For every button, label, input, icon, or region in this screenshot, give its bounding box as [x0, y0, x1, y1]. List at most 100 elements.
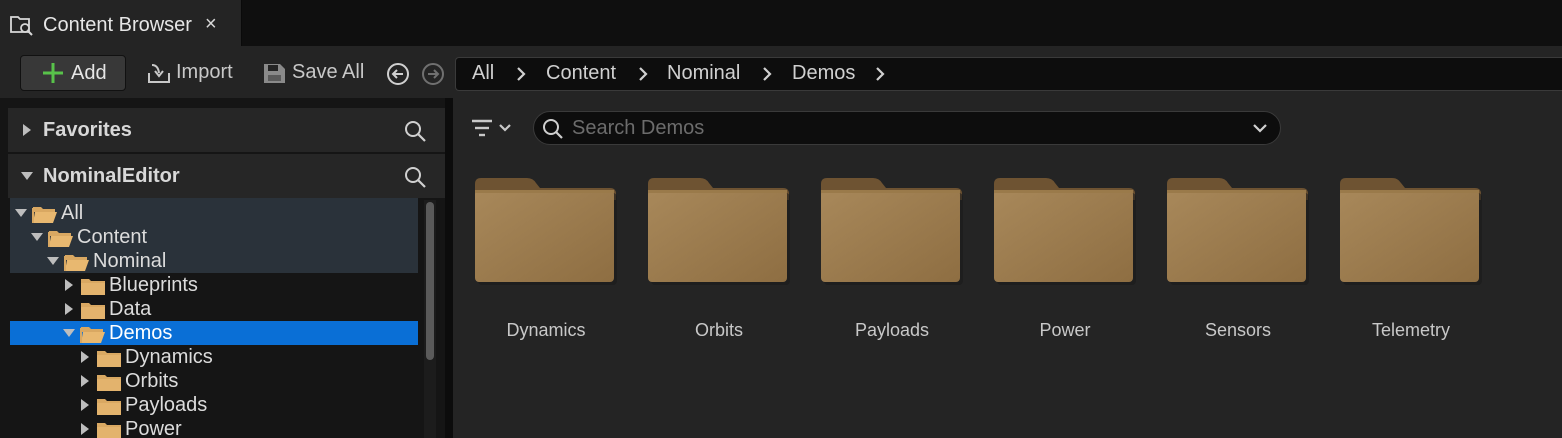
favorites-label: Favorites [43, 119, 132, 141]
tree-item-nominal[interactable]: Nominal [10, 249, 418, 273]
breadcrumb: All Content Nominal Demos [455, 57, 1562, 91]
caret-right-icon[interactable] [79, 423, 91, 435]
breadcrumb-nominal[interactable]: Nominal [667, 62, 740, 85]
scrollbar-thumb[interactable] [426, 202, 434, 360]
folder-icon [81, 279, 105, 295]
search-icon [543, 119, 563, 139]
tree-item-label: Nominal [93, 250, 167, 272]
folder-icon [97, 351, 121, 367]
import-icon [148, 64, 170, 83]
add-button[interactable]: Add [20, 55, 126, 91]
content-browser-icon [10, 16, 33, 36]
tree-item-label: Orbits [125, 370, 179, 392]
nominaleditor-section-header[interactable]: NominalEditor [8, 154, 445, 198]
caret-right-icon[interactable] [79, 375, 91, 387]
folder-tile-label: Orbits [694, 320, 743, 340]
folder-tile-orbits[interactable]: Orbits [632, 176, 790, 348]
caret-right-icon [23, 124, 31, 136]
folder-tile-label: Sensors [1204, 320, 1272, 340]
tab-close-button[interactable]: × [205, 13, 217, 36]
folder-tile-dynamics[interactable]: Dynamics [459, 176, 617, 348]
back-arrow-icon[interactable] [386, 62, 410, 86]
tab-content-browser[interactable]: Content Browser × [0, 0, 242, 46]
search-icon[interactable] [403, 119, 427, 143]
nominaleditor-label: NominalEditor [43, 165, 180, 187]
search-icon[interactable] [403, 165, 427, 189]
breadcrumb-demos[interactable]: Demos [792, 62, 855, 85]
caret-down-icon[interactable] [31, 231, 43, 243]
sources-panel: Favorites NominalEditor All Content Nomina… [0, 98, 452, 438]
folder-tile-label: Telemetry [1371, 320, 1451, 340]
caret-right-icon[interactable] [79, 399, 91, 411]
caret-down-icon[interactable] [47, 255, 59, 267]
folder-tile-payloads[interactable]: Payloads [805, 176, 963, 348]
caret-right-icon[interactable] [63, 303, 75, 315]
tree-item-power[interactable]: Power [10, 417, 418, 438]
tree-scrollbar[interactable] [424, 200, 436, 438]
tree-item-label: Payloads [125, 394, 208, 416]
folder-icon [81, 303, 105, 319]
folder-icon [648, 178, 790, 285]
caret-down-icon[interactable] [15, 207, 27, 219]
plus-icon [43, 63, 63, 83]
folder-open-icon [32, 207, 57, 223]
caret-right-icon[interactable] [63, 279, 75, 291]
folder-tree: All Content Nominal Blueprints Data Demos Dyna… [10, 198, 418, 438]
folder-icon [97, 423, 121, 438]
folder-icon [1340, 178, 1482, 285]
save-icon [264, 64, 285, 83]
folder-icon [821, 178, 963, 285]
chevron-right-icon [639, 67, 648, 81]
caret-right-icon[interactable] [79, 351, 91, 363]
folder-icon [97, 399, 121, 415]
save-all-button[interactable]: Save All [262, 55, 366, 91]
folder-open-icon [64, 255, 89, 271]
folder-open-icon [48, 231, 73, 247]
filter-icon[interactable] [469, 116, 519, 142]
tree-item-label: Power [125, 418, 182, 438]
tree-item-blueprints[interactable]: Blueprints [10, 273, 418, 297]
folder-tile-telemetry[interactable]: Telemetry [1324, 176, 1482, 348]
panel-splitter[interactable] [445, 98, 453, 438]
caret-down-icon [21, 172, 33, 180]
tree-item-demos[interactable]: Demos [10, 321, 418, 345]
folder-open-icon [80, 327, 105, 343]
add-button-label: Add [71, 62, 107, 84]
tree-item-label: Data [109, 298, 152, 320]
toolbar: Add Import Save All All Content Nominal … [0, 46, 1562, 98]
asset-view: Dynamics Orbits Payloads Power Sensors Teleme… [453, 98, 1562, 438]
tree-item-data[interactable]: Data [10, 297, 418, 321]
forward-arrow-icon[interactable] [421, 62, 445, 86]
folder-tile-label: Payloads [854, 320, 930, 340]
tree-item-dynamics[interactable]: Dynamics [10, 345, 418, 369]
tree-item-label: Content [77, 226, 148, 248]
tree-item-orbits[interactable]: Orbits [10, 369, 418, 393]
tree-item-label: Dynamics [125, 346, 213, 368]
breadcrumb-all[interactable]: All [472, 62, 494, 85]
tree-item-label: Demos [109, 322, 173, 344]
search-box [533, 111, 1281, 145]
folder-icon [475, 178, 617, 285]
favorites-section-header[interactable]: Favorites [8, 108, 445, 152]
chevron-down-icon[interactable] [1252, 121, 1268, 135]
import-button[interactable]: Import [146, 55, 240, 91]
folder-tile-label: Dynamics [506, 320, 586, 340]
tree-item-all[interactable]: All [10, 201, 418, 225]
save-all-button-label: Save All [292, 61, 365, 83]
breadcrumb-content[interactable]: Content [546, 62, 616, 85]
folder-tile-label: Power [1039, 320, 1091, 340]
tree-item-content[interactable]: Content [10, 225, 418, 249]
tab-bar: Content Browser × [0, 0, 1562, 46]
search-input[interactable] [572, 115, 1232, 141]
folder-tile-sensors[interactable]: Sensors [1151, 176, 1309, 348]
caret-down-icon[interactable] [63, 327, 75, 339]
tab-title: Content Browser [43, 14, 192, 36]
folder-icon [994, 178, 1136, 285]
tree-item-label: Blueprints [109, 274, 198, 296]
folder-tile-power[interactable]: Power [978, 176, 1136, 348]
folder-icon [1167, 178, 1309, 285]
chevron-right-icon[interactable] [873, 66, 887, 82]
chevron-right-icon [517, 67, 526, 81]
tree-item-payloads[interactable]: Payloads [10, 393, 418, 417]
tree-item-label: All [61, 202, 84, 224]
